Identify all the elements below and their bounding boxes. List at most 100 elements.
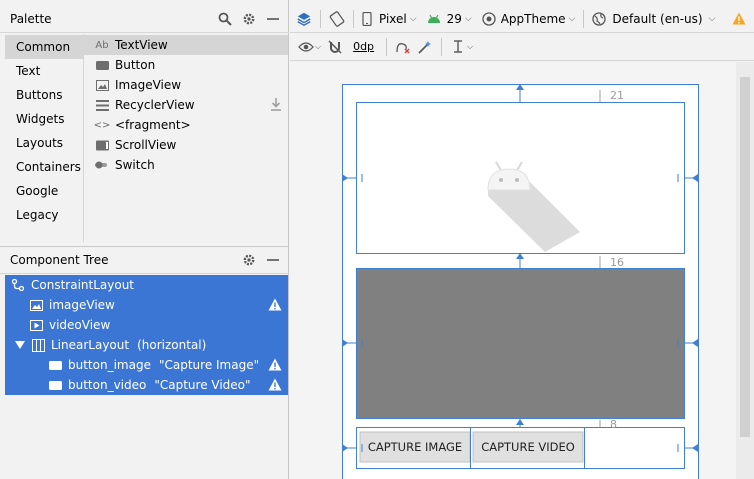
palette-item-label: TextView bbox=[115, 38, 168, 52]
palette-item-textview[interactable]: Ab TextView bbox=[84, 35, 288, 55]
button-icon bbox=[48, 378, 62, 392]
palette-header: Palette bbox=[0, 5, 289, 33]
eye-icon[interactable] bbox=[298, 39, 314, 55]
tree-node-linearlayout[interactable]: LinearLayout (horizontal) bbox=[5, 335, 288, 355]
image-icon bbox=[95, 78, 109, 92]
palette-item-label: <fragment> bbox=[115, 118, 191, 132]
margin-mid-label: 16 bbox=[610, 256, 624, 269]
theme-icon bbox=[482, 11, 496, 26]
infer-constraints-icon[interactable] bbox=[417, 39, 433, 55]
palette-item-fragment[interactable]: <> <fragment> bbox=[84, 115, 288, 135]
chevron-down-icon: ⌵ bbox=[708, 13, 716, 24]
switch-icon bbox=[95, 158, 109, 172]
gear-icon[interactable] bbox=[241, 252, 257, 268]
warning-icon[interactable] bbox=[268, 298, 282, 312]
palette-item-label: RecyclerView bbox=[115, 98, 195, 112]
device-dropdown[interactable]: Pixel ⌵ bbox=[362, 11, 417, 26]
videoview-box bbox=[356, 268, 685, 419]
api-level-label: 29 bbox=[446, 11, 462, 26]
layers-icon[interactable] bbox=[296, 11, 312, 27]
category-legacy[interactable]: Legacy bbox=[5, 203, 83, 227]
capture-image-button[interactable]: CAPTURE IMAGE bbox=[360, 440, 470, 454]
theme-dropdown[interactable]: AppTheme ⌵ bbox=[482, 11, 575, 26]
left-panel: Palette Common Text Buttons Widgets Layo… bbox=[0, 0, 289, 479]
blueprint-svg bbox=[342, 84, 699, 479]
toolbar-separator bbox=[441, 37, 443, 56]
margin-bottom-label: 8 bbox=[610, 418, 617, 431]
minimize-icon[interactable] bbox=[265, 11, 281, 27]
toolbar-separator bbox=[353, 9, 354, 28]
image-icon bbox=[29, 298, 43, 312]
constraint-toolbar: ⌵ 0dp ⌵ bbox=[290, 33, 754, 61]
category-buttons[interactable]: Buttons bbox=[5, 83, 83, 107]
locale-label: Default (en-us) bbox=[612, 11, 703, 26]
palette-title: Palette bbox=[10, 11, 52, 26]
gear-icon[interactable] bbox=[241, 11, 257, 27]
tree-node-extra: (horizontal) bbox=[137, 338, 207, 352]
clear-constraints-icon[interactable] bbox=[395, 39, 411, 55]
margin-top-label: 21 bbox=[610, 89, 624, 102]
locale-dropdown[interactable]: Default (en-us) ⌵ bbox=[592, 12, 715, 26]
warning-icon[interactable] bbox=[268, 358, 282, 372]
scrollbar-thumb[interactable] bbox=[740, 77, 750, 437]
tree-node-label: button_video bbox=[68, 378, 147, 392]
chevron-down-icon: ⌵ bbox=[467, 41, 474, 51]
theme-label: AppTheme bbox=[500, 11, 566, 26]
button-icon bbox=[48, 358, 62, 372]
constraint-layout-icon bbox=[11, 278, 25, 292]
search-icon[interactable] bbox=[217, 11, 233, 27]
category-containers[interactable]: Containers bbox=[5, 155, 83, 179]
warning-icon[interactable] bbox=[731, 11, 747, 27]
button-icon bbox=[95, 58, 109, 72]
magnet-off-icon[interactable] bbox=[327, 39, 343, 55]
palette-item-imageview[interactable]: ImageView bbox=[84, 75, 288, 95]
design-toolbar: Pixel ⌵ 29 ⌵ AppTheme ⌵ Default (en-us) … bbox=[290, 5, 754, 33]
tree-node-label: button_image bbox=[68, 358, 151, 372]
guidelines-icon[interactable] bbox=[450, 39, 466, 55]
category-text[interactable]: Text bbox=[5, 59, 83, 83]
palette-item-label: Switch bbox=[115, 158, 155, 172]
component-tree: ConstraintLayout imageView videoView Lin… bbox=[5, 275, 288, 395]
chevron-down-icon: ⌵ bbox=[464, 13, 472, 24]
android-icon bbox=[427, 14, 440, 23]
tree-node-videoview[interactable]: videoView bbox=[5, 315, 288, 335]
orientation-icon[interactable] bbox=[329, 10, 345, 27]
minimize-icon[interactable] bbox=[265, 252, 281, 268]
toolbar-separator bbox=[320, 9, 321, 28]
tree-node-constraintlayout[interactable]: ConstraintLayout bbox=[5, 275, 288, 295]
tree-node-extra: "Capture Image" bbox=[158, 358, 260, 372]
warning-icon[interactable] bbox=[268, 378, 282, 392]
palette-item-scrollview[interactable]: ScrollView bbox=[84, 135, 288, 155]
palette-item-label: ScrollView bbox=[115, 138, 177, 152]
default-margin-field[interactable]: 0dp bbox=[353, 40, 374, 53]
component-tree-header: Component Tree bbox=[0, 246, 289, 274]
tree-node-button-image[interactable]: button_image "Capture Image" bbox=[5, 355, 288, 375]
tree-node-label: LinearLayout bbox=[51, 338, 130, 352]
scroll-icon bbox=[95, 138, 109, 152]
palette-item-button[interactable]: Button bbox=[84, 55, 288, 75]
design-canvas[interactable]: 21 16 8 CAPTURE IMAGE CAPTURE VIDEO bbox=[290, 62, 736, 479]
category-widgets[interactable]: Widgets bbox=[5, 107, 83, 131]
category-common[interactable]: Common bbox=[5, 35, 83, 59]
download-icon[interactable] bbox=[270, 98, 282, 114]
phone-icon bbox=[362, 11, 372, 26]
api-level-dropdown[interactable]: 29 ⌵ bbox=[427, 12, 472, 26]
vertical-scrollbar[interactable] bbox=[736, 62, 754, 479]
toolbar-separator bbox=[583, 9, 585, 28]
chevron-down-icon: ⌵ bbox=[315, 41, 322, 51]
palette-item-recyclerview[interactable]: RecyclerView bbox=[84, 95, 288, 115]
category-layouts[interactable]: Layouts bbox=[5, 131, 83, 155]
video-icon bbox=[29, 318, 43, 332]
tree-node-label: imageView bbox=[49, 298, 115, 312]
tree-node-button-video[interactable]: button_video "Capture Video" bbox=[5, 375, 288, 395]
code-icon: <> bbox=[93, 119, 111, 131]
palette-item-label: Button bbox=[115, 58, 156, 72]
expand-triangle-icon[interactable] bbox=[13, 338, 27, 352]
toolbar-separator bbox=[386, 37, 388, 56]
palette-item-switch[interactable]: Switch bbox=[84, 155, 288, 175]
category-google[interactable]: Google bbox=[5, 179, 83, 203]
ab-text-icon: Ab bbox=[95, 39, 109, 51]
capture-video-button[interactable]: CAPTURE VIDEO bbox=[473, 440, 583, 454]
tree-node-imageview[interactable]: imageView bbox=[5, 295, 288, 315]
tree-node-extra: "Capture Video" bbox=[154, 378, 251, 392]
